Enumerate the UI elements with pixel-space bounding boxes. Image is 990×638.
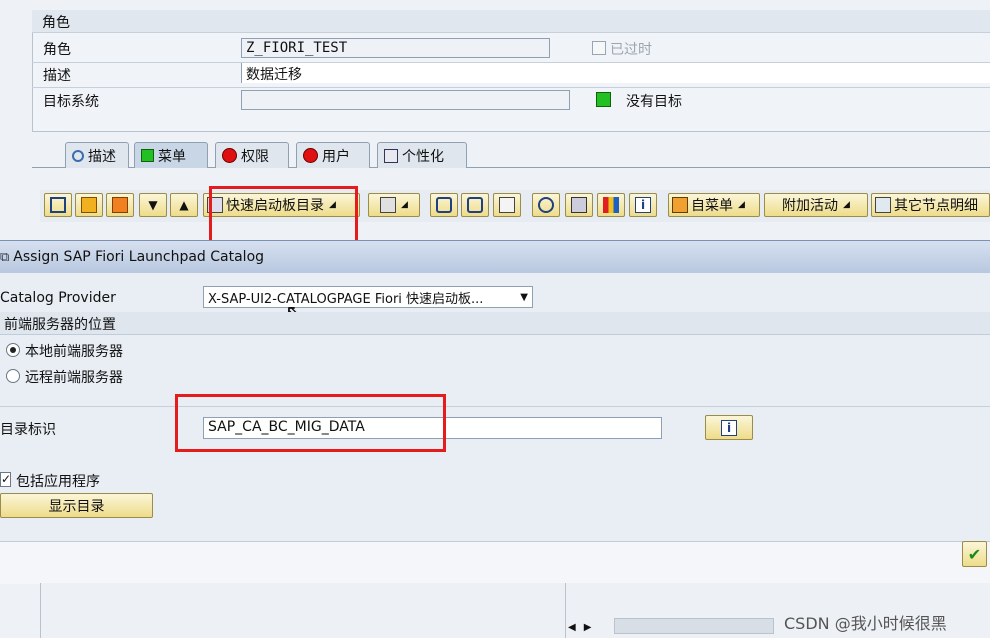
status-green-icon <box>141 149 154 162</box>
toolbar-collapse-button[interactable]: ▼ <box>139 193 167 217</box>
divider <box>40 583 41 638</box>
binoculars-icon <box>436 197 452 213</box>
role-group-title-bar <box>32 10 990 33</box>
tree-icon <box>50 197 66 213</box>
catalog-provider-value: X-SAP-UI2-CATALOGPAGE Fiori 快速启动板... <box>208 291 484 307</box>
catalog-id-label: 目录标识 <box>0 422 56 438</box>
catalog-provider-select[interactable]: X-SAP-UI2-CATALOGPAGE Fiori 快速启动板... ▼ <box>203 286 533 308</box>
toolbar-transfer-button[interactable] <box>106 193 134 217</box>
dropdown-arrow-icon: ◢ <box>843 200 850 210</box>
transfer-icon <box>112 197 128 213</box>
dropdown-arrow-icon: ◢ <box>401 200 408 210</box>
chevron-down-icon: ▼ <box>520 291 528 303</box>
printer-icon <box>571 197 587 213</box>
toolbar-find-button[interactable] <box>430 193 458 217</box>
tab-user[interactable]: 用户 <box>296 142 370 168</box>
self-menu-label: 自菜单 <box>691 198 733 214</box>
checkmark-icon: ✔ <box>967 544 982 564</box>
tab-authorization[interactable]: 权限 <box>215 142 289 168</box>
tab-label: 权限 <box>241 148 269 165</box>
local-server-label: 本地前端服务器 <box>25 344 123 360</box>
remote-server-label: 远程前端服务器 <box>25 370 123 386</box>
scroll-left-icon[interactable]: ◀ <box>568 622 576 633</box>
toolbar-info-button[interactable]: i <box>629 193 657 217</box>
person-icon <box>384 148 398 163</box>
tab-personalization[interactable]: 个性化 <box>377 142 467 168</box>
toolbar-delete-button[interactable]: ◢ <box>368 193 420 217</box>
extra-activity-button[interactable]: 附加活动 ◢ <box>764 193 868 217</box>
role-label: 角色 <box>43 42 71 58</box>
document-icon <box>499 197 515 213</box>
tab-label: 描述 <box>88 148 116 165</box>
dropdown-arrow-icon: ◢ <box>738 200 745 210</box>
dialog-footer <box>0 541 990 584</box>
desc-field[interactable]: 数据迁移 <box>241 63 990 83</box>
menu-icon <box>672 197 688 213</box>
magnifier-icon <box>72 149 84 162</box>
dialog-title-bar: ⧉ Assign SAP Fiori Launchpad Catalog <box>0 241 990 273</box>
catalog-info-button[interactable]: i <box>705 415 753 440</box>
tab-label: 个性化 <box>402 148 444 165</box>
divider <box>565 583 566 638</box>
dialog-title: Assign SAP Fiori Launchpad Catalog <box>13 249 265 265</box>
node-details-icon <box>875 197 891 213</box>
role-field[interactable]: Z_FIORI_TEST <box>241 38 550 58</box>
outdated-label: 已过时 <box>610 42 652 58</box>
folder-icon <box>81 197 97 213</box>
toolbar-tree-button[interactable] <box>44 193 72 217</box>
self-menu-button[interactable]: 自菜单 ◢ <box>668 193 760 217</box>
scroll-arrows[interactable]: ◀ ▶ <box>568 618 608 636</box>
toolbar-expand-button[interactable]: ▲ <box>170 193 198 217</box>
scroll-right-icon[interactable]: ▶ <box>584 622 592 633</box>
outdated-checkbox[interactable] <box>592 41 606 55</box>
show-catalog-label: 显示目录 <box>48 498 105 515</box>
horizontal-scrollbar[interactable] <box>614 618 774 634</box>
delete-node-icon <box>380 197 397 213</box>
toolbar-doc-button[interactable] <box>493 193 521 217</box>
toolbar-print-button[interactable] <box>565 193 593 217</box>
status-red-icon <box>303 148 318 163</box>
info-icon: i <box>721 419 737 436</box>
other-node-details-button[interactable]: 其它节点明细 <box>871 193 990 217</box>
frontend-location-title: 前端服务器的位置 <box>4 317 116 333</box>
divider <box>32 87 990 88</box>
target-system-field[interactable] <box>241 90 570 110</box>
remote-server-radio[interactable] <box>6 369 20 383</box>
status-green-icon <box>596 92 611 107</box>
catalog-provider-label: Catalog Provider <box>0 290 116 306</box>
tab-description[interactable]: 描述 <box>65 142 129 168</box>
target-system-label: 目标系统 <box>43 94 99 110</box>
tab-label: 菜单 <box>158 148 186 165</box>
triangle-down-icon: ▼ <box>148 198 158 212</box>
toolbar-folder-button[interactable] <box>75 193 103 217</box>
dialog-window-icon: ⧉ <box>0 249 10 265</box>
status-red-icon <box>222 148 237 163</box>
highlight-box <box>209 186 358 243</box>
include-apps-checkbox[interactable]: ✓ <box>0 472 11 487</box>
highlight-box <box>175 394 446 452</box>
other-node-details-label: 其它节点明细 <box>894 198 978 214</box>
toolbar-zoom-button[interactable] <box>532 193 560 217</box>
frontend-location-bar <box>0 312 990 335</box>
include-apps-label: 包括应用程序 <box>16 474 100 490</box>
show-catalog-button[interactable]: 显示目录 <box>0 493 153 518</box>
toolbar-find-next-button[interactable] <box>461 193 489 217</box>
watermark: CSDN @我小时候很黑 <box>784 614 947 633</box>
tab-menu[interactable]: 菜单 <box>134 142 208 168</box>
extra-activity-label: 附加活动 <box>782 198 839 214</box>
binoculars-plus-icon <box>467 197 483 213</box>
role-group-title: 角色 <box>42 15 70 31</box>
tab-label: 用户 <box>322 148 350 165</box>
no-target-label: 没有目标 <box>626 94 682 110</box>
triangle-up-icon: ▲ <box>179 198 189 212</box>
zoom-out-icon <box>538 197 554 213</box>
divider <box>0 406 990 407</box>
local-server-radio[interactable] <box>6 343 20 357</box>
toolbar-chart-button[interactable] <box>597 193 625 217</box>
desc-label: 描述 <box>43 68 71 84</box>
bar-chart-icon <box>603 197 619 213</box>
confirm-button[interactable]: ✔ <box>962 541 987 567</box>
info-icon: i <box>635 197 651 213</box>
